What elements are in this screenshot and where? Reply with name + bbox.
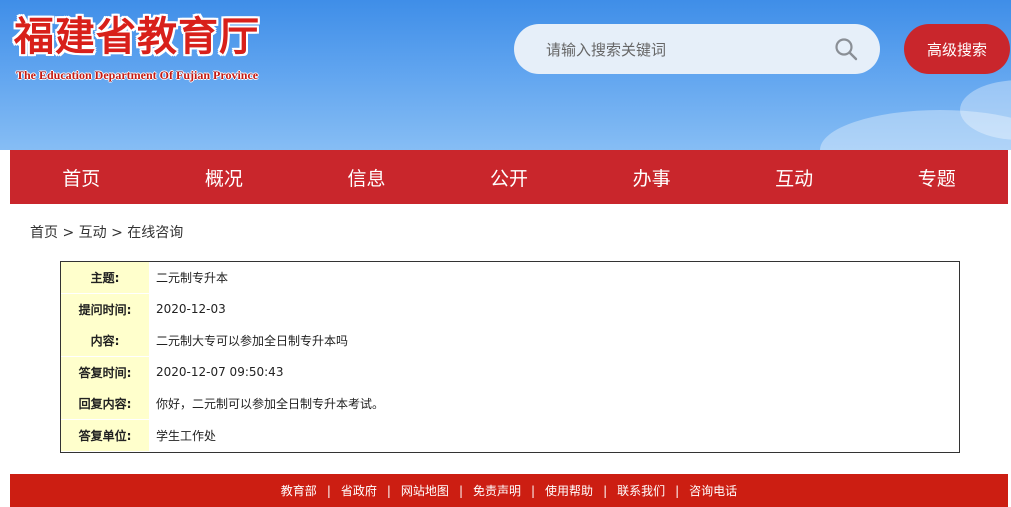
search-icon[interactable] <box>834 37 858 61</box>
detail-label: 内容: <box>61 325 149 356</box>
footer-link-disclaimer[interactable]: 免责声明 <box>473 482 521 499</box>
site-header: 福建省教育厅 The Education Department Of Fujia… <box>0 0 1011 150</box>
detail-row-reply-unit: 答复单位: 学生工作处 <box>61 419 959 451</box>
search-box <box>514 24 880 76</box>
detail-row-subject: 主题: 二元制专升本 <box>61 262 959 293</box>
main-content: 首页 > 互动 > 在线咨询 主题: 二元制专升本 提问时间: 2020-12-… <box>10 204 1008 474</box>
breadcrumb-interaction[interactable]: 互动 <box>79 225 107 241</box>
detail-row-reply-content: 回复内容: 你好，二元制可以参加全日制专升本考试。 <box>61 388 959 419</box>
search-input[interactable] <box>544 24 828 76</box>
detail-label: 回复内容: <box>61 388 149 419</box>
footer-link-contact[interactable]: 联系我们 <box>617 482 665 499</box>
detail-value: 你好，二元制可以参加全日制专升本考试。 <box>156 397 385 411</box>
site-logo-title[interactable]: 福建省教育厅 <box>14 14 260 60</box>
site-logo-subtitle: The Education Department Of Fujian Provi… <box>16 68 259 82</box>
detail-label: 提问时间: <box>61 293 149 325</box>
detail-label: 主题: <box>61 262 149 293</box>
nav-item-services[interactable]: 办事 <box>580 150 723 204</box>
detail-label: 答复时间: <box>61 356 149 388</box>
breadcrumb-consult[interactable]: 在线咨询 <box>127 225 183 241</box>
detail-label: 答复单位: <box>61 419 149 451</box>
footer-separator: | <box>326 483 331 498</box>
nav-item-topics[interactable]: 专题 <box>865 150 1008 204</box>
breadcrumb-home[interactable]: 首页 <box>30 225 58 241</box>
detail-value: 二元制专升本 <box>156 271 229 285</box>
site-footer: 教育部 | 省政府 | 网站地图 | 免责声明 | 使用帮助 | 联系我们 | … <box>10 474 1008 507</box>
footer-separator: | <box>675 483 680 498</box>
footer-link-help[interactable]: 使用帮助 <box>545 482 593 499</box>
footer-link-moe[interactable]: 教育部 <box>281 482 317 499</box>
footer-separator: | <box>386 483 391 498</box>
breadcrumb: 首页 > 互动 > 在线咨询 <box>30 222 183 242</box>
detail-row-reply-time: 答复时间: 2020-12-07 09:50:43 <box>61 356 959 388</box>
footer-link-gov[interactable]: 省政府 <box>341 482 377 499</box>
footer-link-sitemap[interactable]: 网站地图 <box>401 482 449 499</box>
footer-separator: | <box>531 483 536 498</box>
advanced-search-button[interactable]: 高级搜索 <box>904 24 1010 74</box>
nav-item-home[interactable]: 首页 <box>10 150 153 204</box>
detail-row-content: 内容: 二元制大专可以参加全日制专升本吗 <box>61 325 959 356</box>
footer-link-hotline[interactable]: 咨询电话 <box>689 482 737 499</box>
detail-value: 二元制大专可以参加全日制专升本吗 <box>156 334 349 348</box>
footer-separator: | <box>603 483 608 498</box>
nav-item-info[interactable]: 信息 <box>295 150 438 204</box>
breadcrumb-separator: > <box>62 225 75 241</box>
footer-separator: | <box>458 483 463 498</box>
consultation-detail-table: 主题: 二元制专升本 提问时间: 2020-12-03 内容: 二元制大专可以参… <box>60 261 960 453</box>
nav-item-public[interactable]: 公开 <box>438 150 581 204</box>
breadcrumb-separator: > <box>111 225 123 241</box>
nav-item-overview[interactable]: 概况 <box>153 150 296 204</box>
nav-item-interaction[interactable]: 互动 <box>723 150 866 204</box>
detail-row-question-time: 提问时间: 2020-12-03 <box>61 293 959 325</box>
main-nav: 首页 概况 信息 公开 办事 互动 专题 <box>10 150 1008 204</box>
detail-value: 学生工作处 <box>156 428 217 443</box>
detail-value: 2020-12-07 09:50:43 <box>156 365 284 379</box>
detail-value: 2020-12-03 <box>156 302 226 316</box>
